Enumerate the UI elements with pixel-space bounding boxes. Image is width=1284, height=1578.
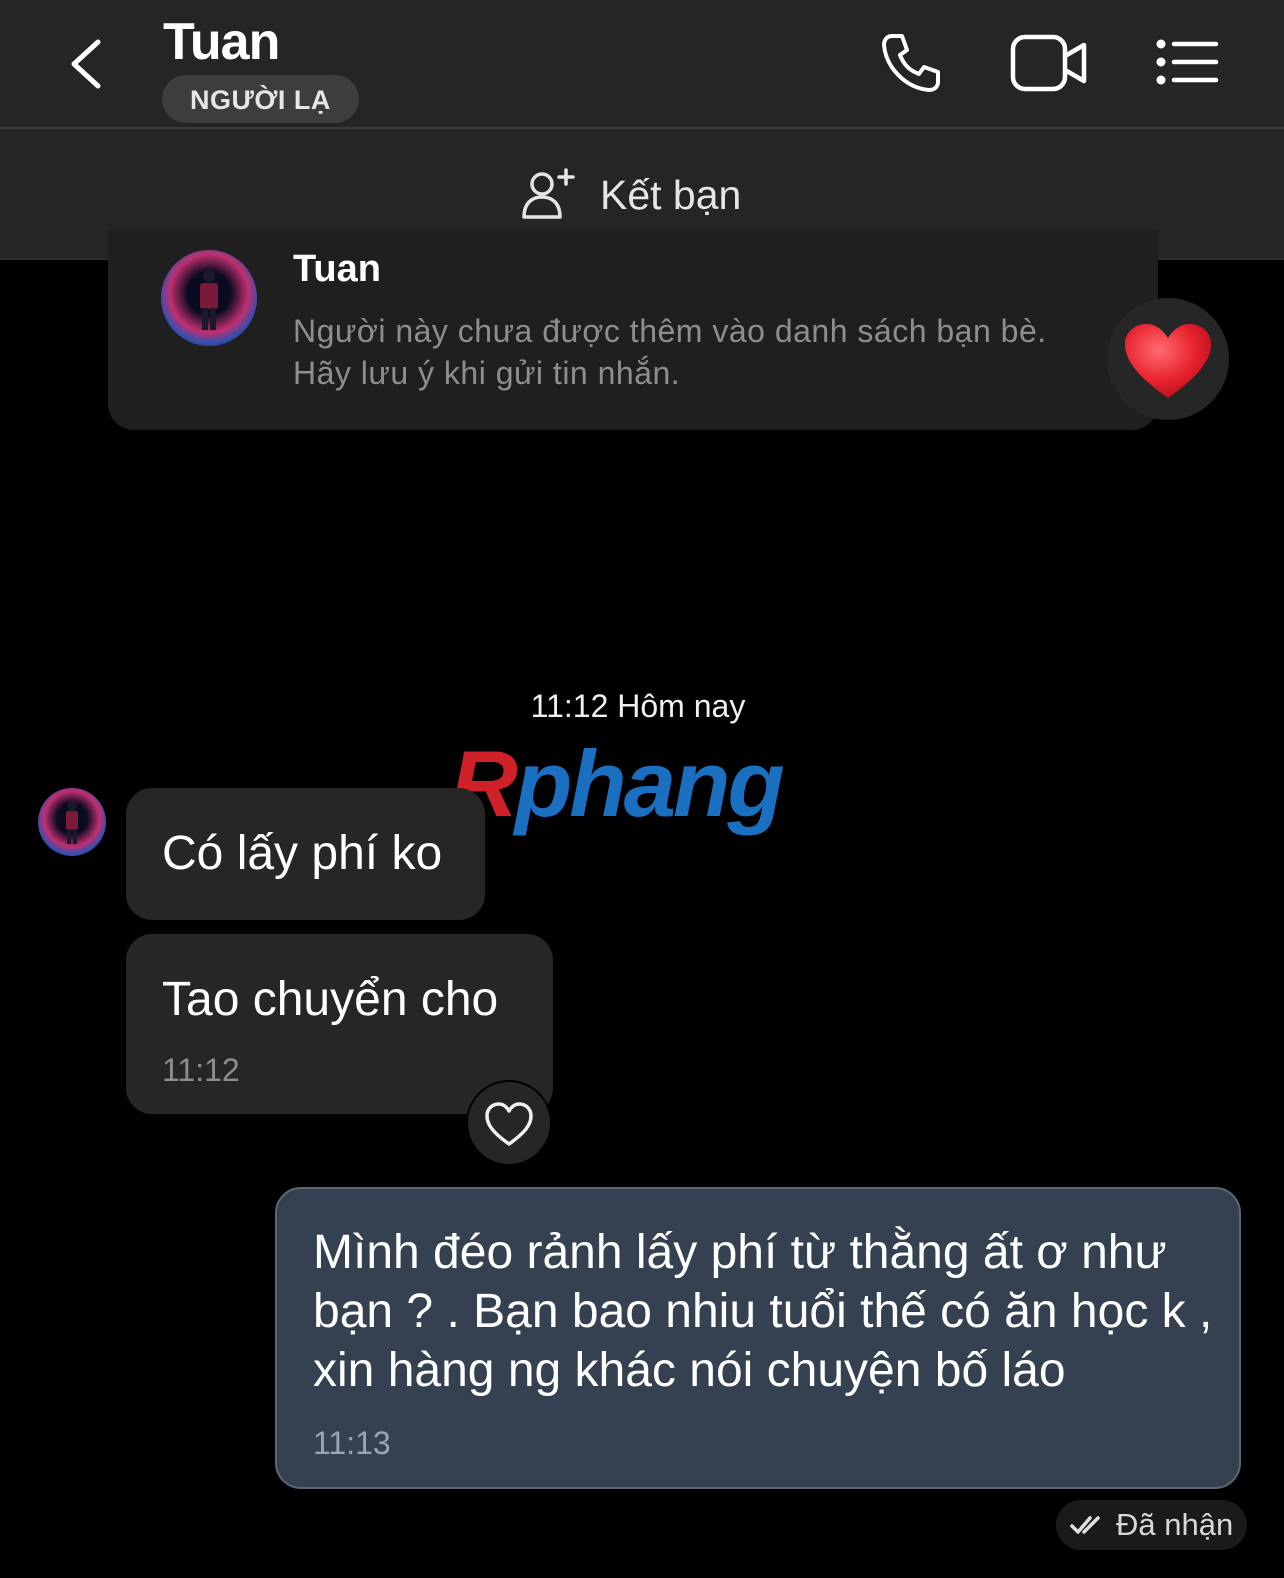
voice-call-button[interactable] — [878, 30, 944, 101]
stranger-info-card: Tuan Người này chưa được thêm vào danh s… — [108, 230, 1158, 430]
phone-icon — [882, 34, 940, 92]
message-time: 11:12 — [162, 1052, 240, 1088]
heart-outline-icon — [485, 1102, 533, 1146]
avatar[interactable] — [161, 250, 257, 346]
contact-name[interactable]: Tuan — [163, 12, 280, 72]
avatar[interactable] — [38, 788, 106, 856]
player-silhouette-icon — [200, 270, 218, 330]
add-friend-button[interactable]: Kết bạn — [520, 165, 741, 225]
outgoing-message[interactable]: Mình đéo rảnh lấy phí từ thằng ất ơ như … — [275, 1187, 1241, 1489]
add-friend-label: Kết bạn — [600, 171, 742, 218]
player-silhouette-icon — [66, 801, 78, 844]
video-camera-icon — [1010, 34, 1087, 92]
info-card-warning: Người này chưa được thêm vào danh sách b… — [293, 313, 1047, 391]
delivery-status: Đã nhận — [1056, 1500, 1248, 1550]
heart-reaction-button[interactable] — [1107, 298, 1229, 420]
double-check-icon — [1070, 1516, 1100, 1534]
chevron-left-icon — [71, 39, 101, 89]
message-text: Tao chuyển cho — [162, 973, 499, 1026]
message-text: Có lấy phí ko — [162, 827, 443, 880]
add-user-icon — [522, 168, 575, 219]
back-button[interactable] — [58, 32, 118, 96]
date-divider: 11:12 Hôm nay — [530, 688, 746, 724]
info-card-name: Tuan — [293, 248, 381, 290]
video-call-button[interactable] — [1010, 34, 1088, 97]
message-text: Mình đéo rảnh lấy phí từ thằng ất ơ như … — [313, 1226, 1213, 1397]
delivery-status-label: Đã nhận — [1116, 1507, 1234, 1542]
like-message-button[interactable] — [466, 1080, 552, 1166]
chat-header: Tuan NGƯỜI LẠ — [0, 0, 1284, 129]
menu-button[interactable] — [1154, 36, 1220, 93]
incoming-message[interactable]: Có lấy phí ko — [126, 788, 485, 920]
message-time: 11:13 — [313, 1425, 391, 1461]
heart-icon — [1125, 324, 1211, 398]
list-menu-icon — [1156, 39, 1219, 85]
watermark-logo: Rphang — [450, 731, 785, 836]
stranger-badge: NGƯỜI LẠ — [162, 75, 359, 123]
